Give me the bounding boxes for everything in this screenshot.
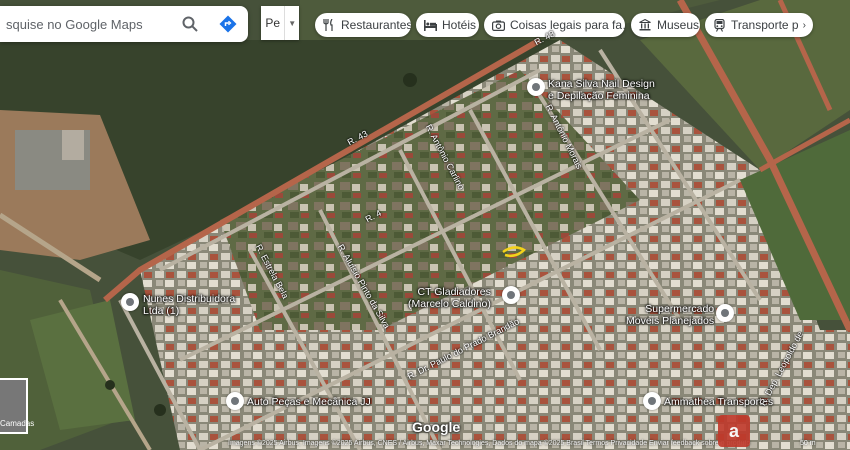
- chip-label: Museus: [657, 18, 700, 32]
- chip-label: Hotéis: [442, 18, 477, 32]
- map-attribution[interactable]: Imagens ©2025 Airbus, Imagens ©2025 Airb…: [228, 440, 750, 447]
- place-pin[interactable]: [502, 286, 520, 304]
- fork-knife-icon: [322, 18, 336, 32]
- chip-label: Restaurantes: [341, 18, 411, 32]
- museum-icon: [638, 18, 652, 32]
- chip-restaurants[interactable]: Restaurantes: [315, 13, 411, 37]
- place-pin[interactable]: [643, 392, 661, 410]
- watermark-logo-icon: a: [718, 415, 750, 447]
- place-pin[interactable]: [226, 392, 244, 410]
- google-logo: Google: [412, 419, 461, 435]
- search-icon[interactable]: [181, 15, 199, 33]
- chip-transit[interactable]: Transporte p ›: [705, 13, 813, 37]
- place-pin[interactable]: [121, 293, 139, 311]
- search-input[interactable]: [4, 15, 178, 33]
- directions-icon[interactable]: [219, 15, 237, 33]
- satellite-map[interactable]: [0, 0, 850, 450]
- train-icon: [712, 18, 726, 32]
- place-label[interactable]: Supermercado Moveis Planejados: [626, 303, 714, 327]
- language-selector[interactable]: Pe ▼: [261, 6, 299, 40]
- chevron-right-icon: ›: [802, 19, 806, 31]
- layers-label: Camadas: [0, 419, 35, 428]
- camera-icon: [491, 18, 505, 32]
- chip-label: Transporte p: [731, 18, 799, 32]
- search-box[interactable]: [0, 6, 248, 42]
- chip-label: Coisas legais para fa…: [510, 18, 625, 32]
- chevron-down-icon: ▼: [288, 18, 297, 28]
- bed-icon: [423, 18, 437, 32]
- place-label[interactable]: Kana Silva Nail Design e Depilação Femin…: [548, 78, 655, 102]
- layers-button[interactable]: Camadas: [0, 378, 35, 434]
- chip-hotels[interactable]: Hotéis: [416, 13, 479, 37]
- language-label: Pe: [261, 6, 286, 40]
- place-pin[interactable]: [716, 304, 734, 322]
- place-pin[interactable]: [527, 78, 545, 96]
- chip-museums[interactable]: Museus: [631, 13, 700, 37]
- place-label[interactable]: Auto Peças e Mecânica JJ: [247, 396, 371, 408]
- watermark: a: [718, 412, 850, 450]
- place-label[interactable]: CT Gladiadores (Marcelo Caldino): [408, 286, 491, 310]
- place-label[interactable]: Nunes Distribuidora Ltda (1): [143, 293, 235, 317]
